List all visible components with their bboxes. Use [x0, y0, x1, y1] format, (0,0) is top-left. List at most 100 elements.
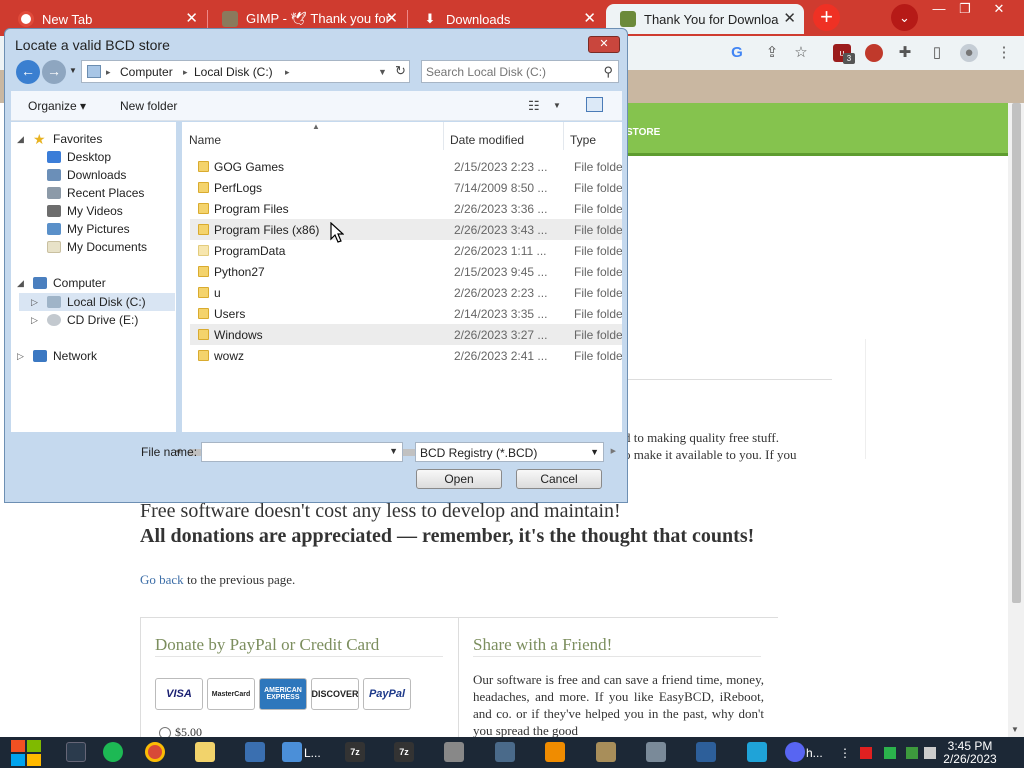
file-name-input[interactable] [205, 445, 380, 459]
preview-pane-icon[interactable] [586, 97, 603, 112]
nav-recent-places[interactable]: Recent Places [47, 184, 144, 202]
nav-my-pictures[interactable]: My Pictures [47, 220, 130, 238]
search-box[interactable]: ⚲ [421, 60, 619, 83]
nav-my-documents[interactable]: My Documents [47, 238, 147, 256]
close-tab-icon[interactable]: ✕ [783, 9, 796, 27]
profile-avatar-icon[interactable]: ● [960, 44, 978, 62]
nav-cd-drive[interactable]: ▷ CD Drive (E:) [31, 311, 138, 329]
tab-search-button[interactable]: ⌄ [891, 4, 918, 31]
overflow-kebab-icon[interactable]: ⋮ [839, 746, 851, 760]
column-separator[interactable] [563, 122, 564, 150]
expand-arrow-icon[interactable]: ▷ [31, 315, 38, 326]
monitor-icon[interactable] [495, 742, 515, 762]
vlc-icon[interactable] [545, 742, 565, 762]
refresh-icon[interactable]: ↻ [395, 63, 406, 79]
restore-button[interactable]: ❐ [950, 0, 980, 18]
extensions-puzzle-icon[interactable]: ✚ [896, 44, 914, 62]
forward-button[interactable]: → [42, 60, 66, 84]
nav-local-disk[interactable]: ▷ Local Disk (C:) [31, 293, 146, 311]
chrome-taskbar-icon[interactable] [145, 742, 165, 762]
printer-icon[interactable] [444, 742, 464, 762]
expand-arrow-icon[interactable]: ▷ [31, 297, 38, 308]
skype-icon[interactable] [747, 742, 767, 762]
battery-tray-icon[interactable] [906, 747, 918, 759]
nav-network[interactable]: ▷ Network [17, 347, 97, 365]
7zip-icon[interactable]: 7z [345, 742, 365, 762]
file-row[interactable]: Program Files 2/26/2023 3:36 ... File fo… [190, 198, 622, 219]
scroll-right-icon[interactable]: ▶ [611, 447, 616, 455]
go-back-link[interactable]: Go back [140, 572, 184, 587]
file-row[interactable]: wowz 2/26/2023 2:41 ... File folder [190, 345, 622, 366]
nav-downloads[interactable]: Downloads [47, 166, 126, 184]
page-scrollbar[interactable]: ▲ ▼ [1008, 103, 1024, 737]
file-row-selected[interactable]: Windows 2/26/2023 3:27 ... File folder [190, 324, 622, 345]
column-header-name[interactable]: Name [189, 133, 221, 147]
file-row[interactable]: Python27 2/15/2023 9:45 ... File folder [190, 261, 622, 282]
easybcd-icon[interactable] [282, 742, 302, 762]
shortcut-icon[interactable] [646, 742, 666, 762]
file-row[interactable]: u 2/26/2023 2:23 ... File folder [190, 282, 622, 303]
side-panel-icon[interactable]: ▯ [928, 44, 946, 62]
google-icon[interactable]: G [728, 44, 746, 62]
back-button[interactable]: ← [16, 60, 40, 84]
remote-desktop-icon[interactable] [245, 742, 265, 762]
file-row-hovered[interactable]: Program Files (x86) 2/26/2023 3:43 ... F… [190, 219, 622, 240]
column-header-date-modified[interactable]: Date modified [450, 133, 524, 147]
breadcrumb-separator[interactable]: ▸ [285, 67, 290, 78]
breadcrumb-computer[interactable]: Computer [120, 65, 173, 79]
scroll-thumb[interactable] [1012, 103, 1021, 603]
open-button[interactable]: Open [416, 469, 502, 489]
file-name-combo[interactable]: ▼ [201, 442, 403, 462]
new-folder-button[interactable]: New folder [120, 99, 177, 113]
file-row[interactable]: GOG Games 2/15/2023 2:23 ... File folder [190, 156, 622, 177]
address-bar[interactable]: ▸ Computer ▸ Local Disk (C:) ▸ ▼ ↻ [81, 60, 410, 83]
share-icon[interactable]: ⇪ [763, 44, 781, 62]
cancel-button[interactable]: Cancel [516, 469, 602, 489]
spotify-icon[interactable] [103, 742, 123, 762]
close-tab-icon[interactable]: ✕ [583, 9, 596, 27]
scanner-icon[interactable] [596, 742, 616, 762]
amex-card[interactable]: AMERICAN EXPRESS [259, 678, 307, 710]
nav-store-link[interactable]: STORE [626, 127, 660, 138]
expand-arrow-icon[interactable]: ◢ [17, 134, 24, 145]
discord-icon[interactable] [785, 742, 805, 762]
paypal-card[interactable]: PayPal [363, 678, 411, 710]
bookmark-star-icon[interactable]: ☆ [792, 44, 810, 62]
chevron-down-icon[interactable]: ▼ [389, 446, 398, 456]
expand-arrow-icon[interactable]: ◢ [17, 278, 24, 289]
file-row[interactable]: ProgramData 2/26/2023 1:11 ... File fold… [190, 240, 622, 261]
chevron-down-icon[interactable]: ▼ [590, 447, 599, 457]
network-tray-icon[interactable] [884, 747, 896, 759]
file-row[interactable]: Users 2/14/2023 3:35 ... File folder [190, 303, 622, 324]
address-dropdown-icon[interactable]: ▼ [378, 67, 387, 77]
flag-tray-icon[interactable] [860, 747, 872, 759]
expand-arrow-icon[interactable]: ▷ [17, 351, 24, 362]
nav-favorites[interactable]: ◢ ★ Favorites [17, 130, 102, 148]
taskbar-app-label[interactable]: L... [304, 746, 321, 760]
visa-card[interactable]: VISA [155, 678, 203, 710]
nav-desktop[interactable]: Desktop [47, 148, 111, 166]
file-explorer-icon[interactable] [195, 742, 215, 762]
menu-kebab-icon[interactable]: ⋮ [995, 44, 1013, 62]
file-type-select[interactable]: BCD Registry (*.BCD) ▼ [415, 442, 604, 462]
tab-thank-you[interactable]: Thank You for Downloa ✕ [606, 4, 804, 34]
taskbar-app-label[interactable]: h... [806, 746, 823, 760]
file-row[interactable]: PerfLogs 7/14/2009 8:50 ... File folder [190, 177, 622, 198]
close-tab-icon[interactable]: ✕ [385, 9, 398, 27]
view-dropdown-icon[interactable]: ▼ [553, 101, 561, 110]
search-icon[interactable]: ⚲ [603, 64, 613, 80]
nav-my-videos[interactable]: My Videos [47, 202, 123, 220]
column-header-type[interactable]: Type [570, 133, 596, 147]
7zip-icon[interactable]: 7z [394, 742, 414, 762]
breadcrumb-local-disk[interactable]: Local Disk (C:) [194, 65, 273, 79]
breadcrumb-separator[interactable]: ▸ [183, 67, 188, 78]
organize-button[interactable]: Organize ▾ [28, 99, 86, 113]
scroll-down-icon[interactable]: ▼ [1011, 725, 1019, 734]
mastercard-card[interactable]: MasterCard [207, 678, 255, 710]
new-tab-button[interactable]: + [813, 4, 840, 31]
close-window-button[interactable]: ✕ [984, 0, 1014, 18]
column-separator[interactable] [443, 122, 444, 150]
windows-start-icon[interactable] [10, 738, 42, 767]
view-options-icon[interactable]: ☷ [528, 98, 540, 114]
volume-tray-icon[interactable] [924, 747, 936, 759]
